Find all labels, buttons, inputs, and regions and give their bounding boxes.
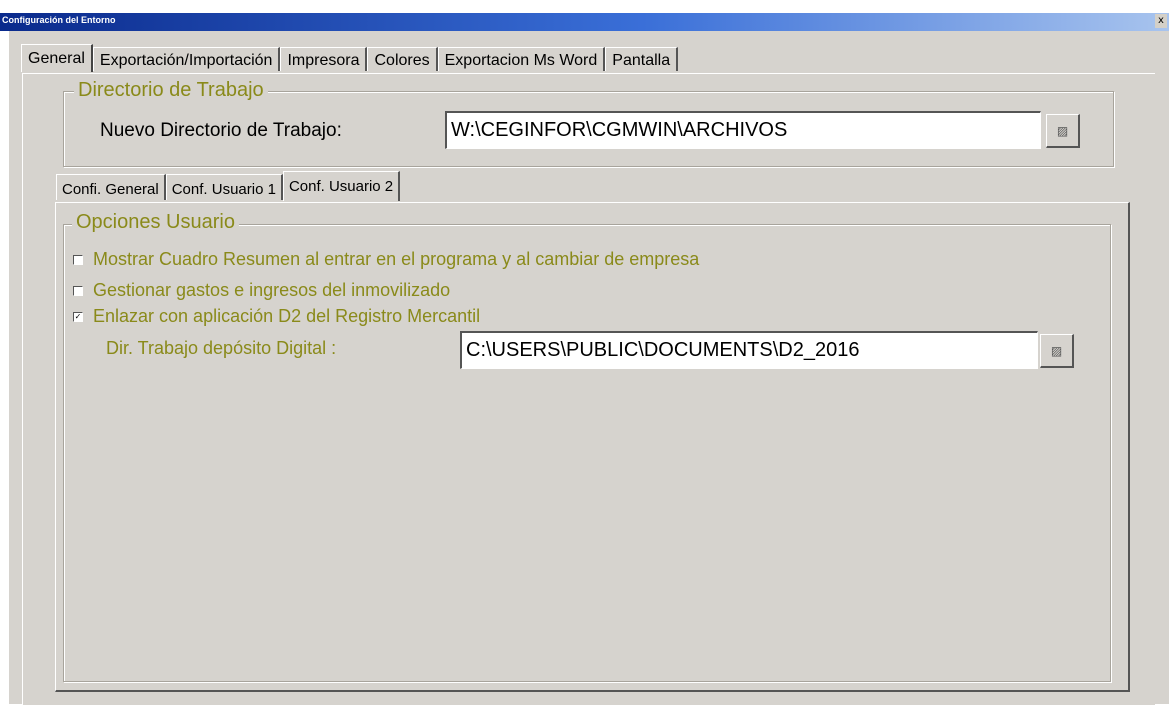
working-dir-group-title: Directorio de Trabajo (74, 79, 268, 102)
tab-colores[interactable]: Colores (367, 47, 438, 71)
close-icon[interactable]: x (1155, 14, 1167, 28)
main-tab-strip: General Exportación/Importación Impresor… (21, 44, 679, 73)
sub-tab-strip: Confi. General Conf. Usuario 1 Conf. Usu… (56, 171, 401, 201)
checkbox-label: Gestionar gastos e ingresos del inmovili… (93, 280, 451, 300)
checkbox-row-enlazar-d2[interactable]: ✓ Enlazar con aplicación D2 del Registro… (73, 306, 480, 327)
digital-dir-input[interactable]: C:\USERS\PUBLIC\DOCUMENTS\D2_2016 (460, 331, 1038, 369)
checkbox-label: Enlazar con aplicación D2 del Registro M… (93, 306, 481, 326)
folder-icon: ▨ (1056, 124, 1069, 138)
user-options-group-title: Opciones Usuario (72, 211, 239, 234)
tab-exportacion-importacion[interactable]: Exportación/Importación (92, 47, 281, 71)
working-dir-input[interactable]: W:\CEGINFOR\CGMWIN\ARCHIVOS (445, 111, 1041, 149)
tab-pantalla[interactable]: Pantalla (605, 47, 679, 71)
tab-exportacion-ms-word[interactable]: Exportacion Ms Word (437, 47, 606, 71)
working-dir-browse-button[interactable]: ▨ (1046, 114, 1080, 148)
window-title: Configuración del Entorno (2, 15, 116, 25)
subtab-conf-usuario-1[interactable]: Conf. Usuario 1 (165, 174, 283, 200)
digital-dir-browse-button[interactable]: ▨ (1040, 334, 1074, 368)
digital-dir-label: Dir. Trabajo depósito Digital : (106, 338, 337, 358)
tab-general[interactable]: General (21, 44, 93, 72)
checkbox-row-gestionar-gastos[interactable]: Gestionar gastos e ingresos del inmovili… (73, 280, 450, 301)
tab-impresora[interactable]: Impresora (280, 47, 368, 71)
subtab-conf-usuario-2[interactable]: Conf. Usuario 2 (282, 171, 401, 201)
folder-icon: ▨ (1050, 344, 1063, 358)
checkbox-label: Mostrar Cuadro Resumen al entrar en el p… (93, 249, 700, 269)
title-bar: Configuración del Entorno x (0, 13, 1169, 31)
checkbox-gestionar-gastos[interactable] (73, 285, 83, 296)
working-dir-label: Nuevo Directorio de Trabajo: (100, 120, 342, 141)
checkbox-row-mostrar-cuadro[interactable]: Mostrar Cuadro Resumen al entrar en el p… (73, 249, 699, 270)
checkbox-mostrar-cuadro[interactable] (73, 254, 83, 265)
subtab-confi-general[interactable]: Confi. General (56, 174, 166, 200)
checkbox-enlazar-d2[interactable]: ✓ (73, 311, 83, 322)
